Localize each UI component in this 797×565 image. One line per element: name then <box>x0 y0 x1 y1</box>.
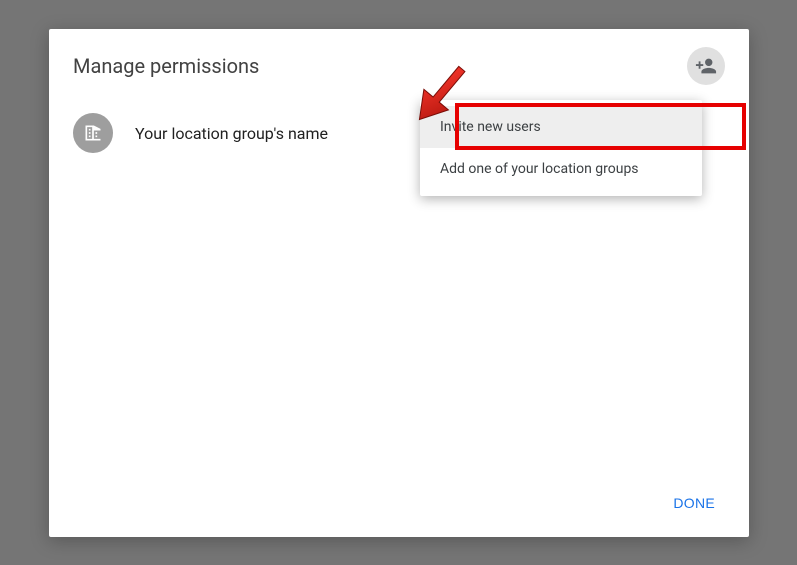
add-menu-dropdown: Invite new users Add one of your locatio… <box>420 100 702 196</box>
building-icon <box>73 113 113 153</box>
add-users-button[interactable] <box>687 47 725 85</box>
location-group-name: Your location group's name <box>135 124 328 143</box>
menu-item-invite-users[interactable]: Invite new users <box>420 106 702 148</box>
dialog-header: Manage permissions <box>49 29 749 97</box>
menu-item-add-location-group[interactable]: Add one of your location groups <box>420 148 702 190</box>
page-title: Manage permissions <box>73 54 259 78</box>
done-button[interactable]: DONE <box>663 487 725 519</box>
person-add-icon <box>695 55 717 77</box>
dialog-footer: DONE <box>639 469 749 537</box>
